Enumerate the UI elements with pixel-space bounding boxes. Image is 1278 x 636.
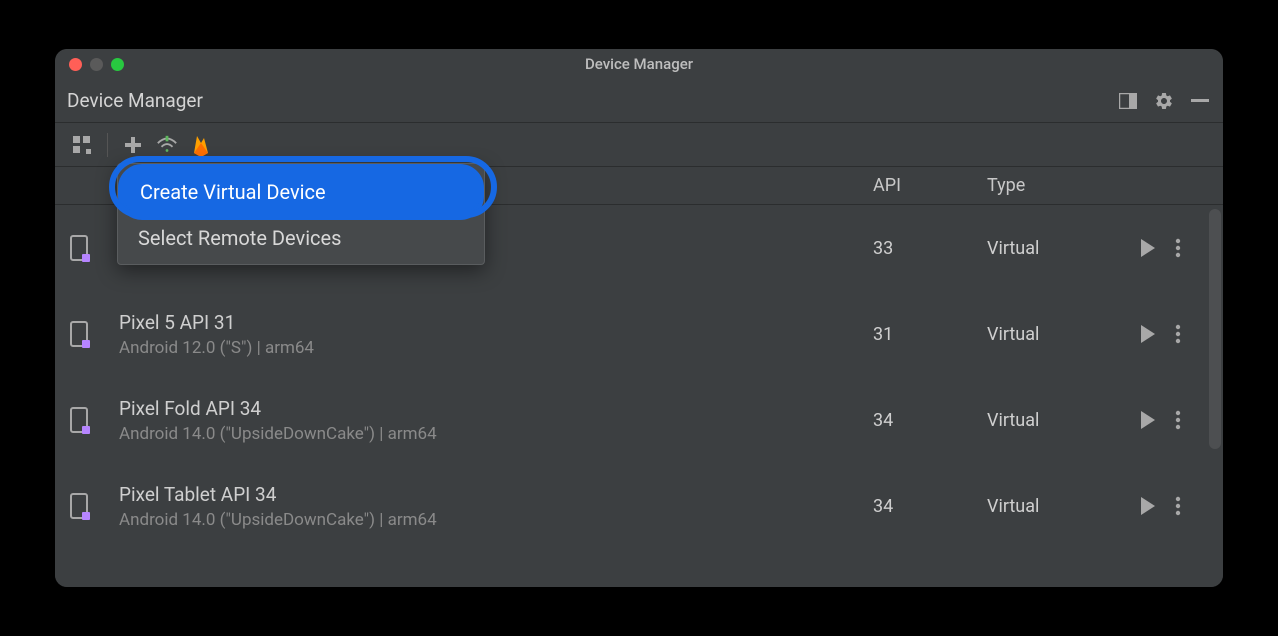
hide-icon[interactable] [1189,90,1211,112]
zoom-window-button[interactable] [111,58,124,71]
wifi-pair-icon[interactable] [152,130,182,160]
device-api: 33 [865,238,979,259]
add-device-dropdown: Create Virtual Device Select Remote Devi… [117,163,485,265]
phone-icon [70,407,88,433]
more-vert-icon[interactable] [1175,324,1181,344]
dock-icon[interactable] [1117,90,1139,112]
device-type: Virtual [979,496,1135,517]
device-api: 31 [865,324,979,345]
more-vert-icon[interactable] [1175,238,1181,258]
phone-icon [70,235,88,261]
layout-icon[interactable] [67,130,97,160]
toolbar-separator [107,133,108,157]
play-icon[interactable] [1139,410,1157,430]
window-title: Device Manager [585,55,693,73]
more-vert-icon[interactable] [1175,496,1181,516]
panel-actions [1117,90,1211,112]
play-icon[interactable] [1139,496,1157,516]
col-type-header[interactable]: Type [979,175,1135,196]
col-api-header[interactable]: API [865,175,979,196]
table-row[interactable]: Pixel Tablet API 34 Android 14.0 ("Upsid… [55,463,1223,549]
table-row[interactable]: Pixel 5 API 31 Android 12.0 ("S") | arm6… [55,291,1223,377]
device-type: Virtual [979,410,1135,431]
create-virtual-device-menuitem[interactable]: Create Virtual Device [124,170,478,214]
phone-icon [70,321,88,347]
device-manager-window: Device Manager Device Manager [55,49,1223,587]
device-name: Pixel Tablet API 34 [119,483,865,506]
titlebar: Device Manager [55,49,1223,79]
close-window-button[interactable] [69,58,82,71]
play-icon[interactable] [1139,324,1157,344]
device-api: 34 [865,496,979,517]
device-name: Pixel Fold API 34 [119,397,865,420]
device-subtitle: Android 12.0 ("S") | arm64 [119,338,865,358]
more-vert-icon[interactable] [1175,410,1181,430]
select-remote-devices-menuitem[interactable]: Select Remote Devices [118,216,484,260]
play-icon[interactable] [1139,238,1157,258]
device-type: Virtual [979,324,1135,345]
panel-title: Device Manager [67,89,1117,112]
scrollbar-thumb[interactable] [1209,209,1221,449]
phone-icon [70,493,88,519]
device-name: Pixel 5 API 31 [119,311,865,334]
add-device-icon[interactable] [118,130,148,160]
traffic-lights [69,58,124,71]
toolbar: Create Virtual Device Select Remote Devi… [55,123,1223,167]
device-api: 34 [865,410,979,431]
minimize-window-button[interactable] [90,58,103,71]
firebase-icon[interactable] [186,130,216,160]
device-type: Virtual [979,238,1135,259]
device-subtitle: Android 14.0 ("UpsideDownCake") | arm64 [119,510,865,530]
settings-icon[interactable] [1153,90,1175,112]
device-subtitle: Android 14.0 ("UpsideDownCake") | arm64 [119,424,865,444]
panel-header: Device Manager [55,79,1223,123]
table-row[interactable]: Pixel Fold API 34 Android 14.0 ("UpsideD… [55,377,1223,463]
